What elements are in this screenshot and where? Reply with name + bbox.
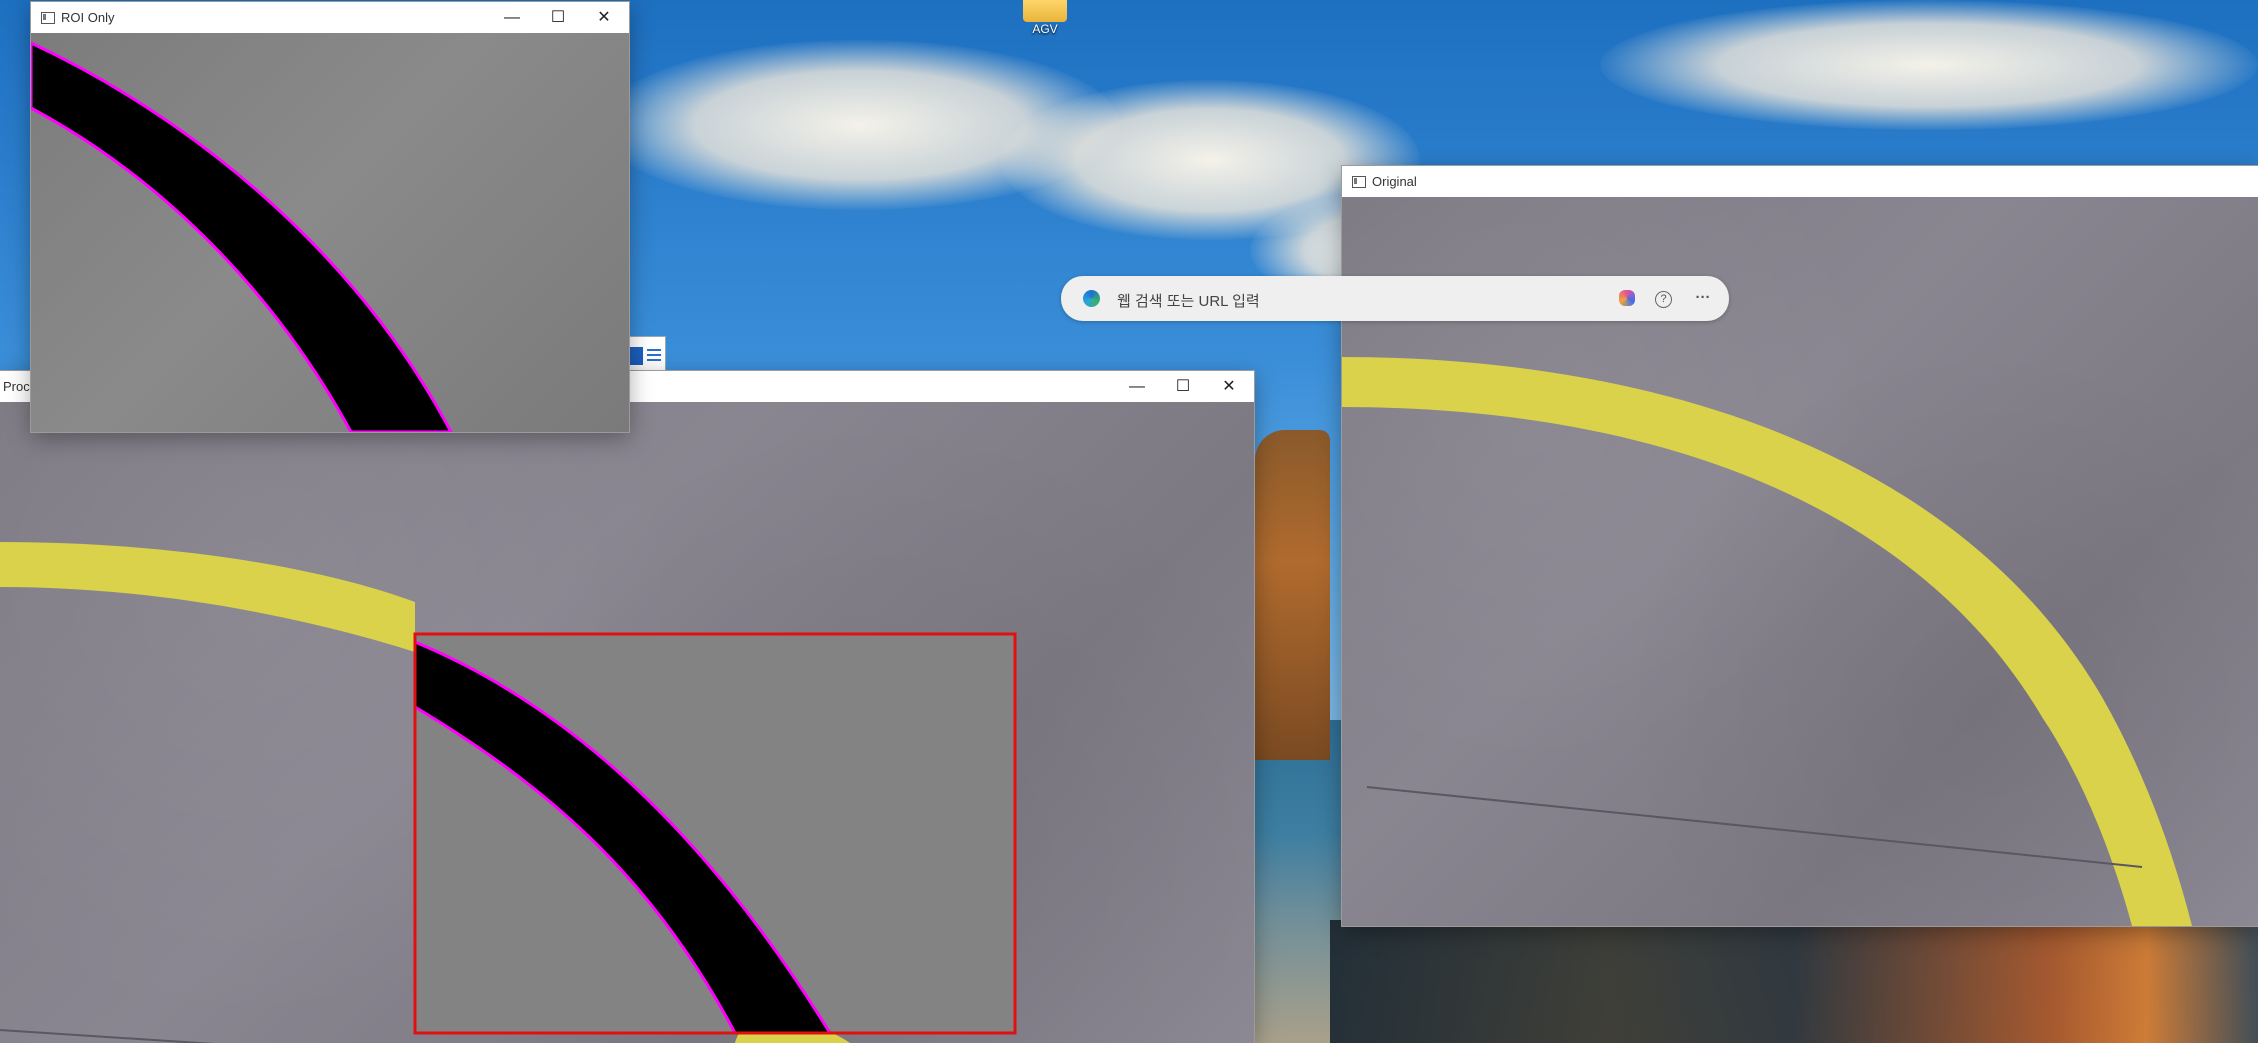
water-reflection xyxy=(1330,920,2258,1043)
window-app-icon xyxy=(1352,176,1366,188)
processed-image-svg xyxy=(0,542,1017,1043)
floor-crack xyxy=(1366,786,2143,868)
roi-window-title: ROI Only xyxy=(61,10,115,25)
processed-image xyxy=(0,402,1254,1043)
desktop-icon-label: AGV xyxy=(1032,22,1058,36)
folder-icon xyxy=(1023,0,1067,22)
more-options-icon[interactable]: ··· xyxy=(1692,287,1714,309)
roi-image xyxy=(31,33,629,432)
url-input[interactable]: 웹 검색 또는 URL 입력 xyxy=(1117,290,1260,311)
help-icon[interactable]: ? xyxy=(1655,291,1672,308)
rock-background xyxy=(1255,430,1330,760)
minimize-button[interactable]: — xyxy=(1114,371,1160,402)
window-app-icon xyxy=(41,12,55,24)
roi-titlebar[interactable]: ROI Only — ☐ ✕ xyxy=(31,2,629,33)
yellow-line-left xyxy=(0,542,415,652)
browser-address-bar[interactable]: 웹 검색 또는 URL 입력 ? ··· xyxy=(1061,276,1729,321)
original-window-title: Original xyxy=(1372,174,1417,189)
close-button[interactable]: ✕ xyxy=(1206,371,1252,402)
maximize-button[interactable]: ☐ xyxy=(1160,371,1206,402)
floor-crack xyxy=(0,1029,216,1043)
processed-window[interactable]: Proc — ☐ ✕ xyxy=(0,371,1254,1043)
copilot-icon[interactable] xyxy=(1619,290,1635,306)
mask-black-arc xyxy=(31,41,453,432)
desktop-icon-agv[interactable]: AGV xyxy=(1015,0,1075,44)
close-button[interactable]: ✕ xyxy=(581,2,627,33)
roi-image-svg xyxy=(31,41,453,432)
yellow-line-path xyxy=(1342,357,2192,926)
original-titlebar[interactable]: Original xyxy=(1342,166,2258,197)
minimize-button[interactable]: — xyxy=(489,2,535,33)
processed-window-title: Proc xyxy=(3,379,30,394)
edge-browser-icon xyxy=(1083,290,1100,307)
cloud xyxy=(1600,0,2258,130)
roi-only-window[interactable]: ROI Only — ☐ ✕ xyxy=(31,2,629,432)
maximize-button[interactable]: ☐ xyxy=(535,2,581,33)
